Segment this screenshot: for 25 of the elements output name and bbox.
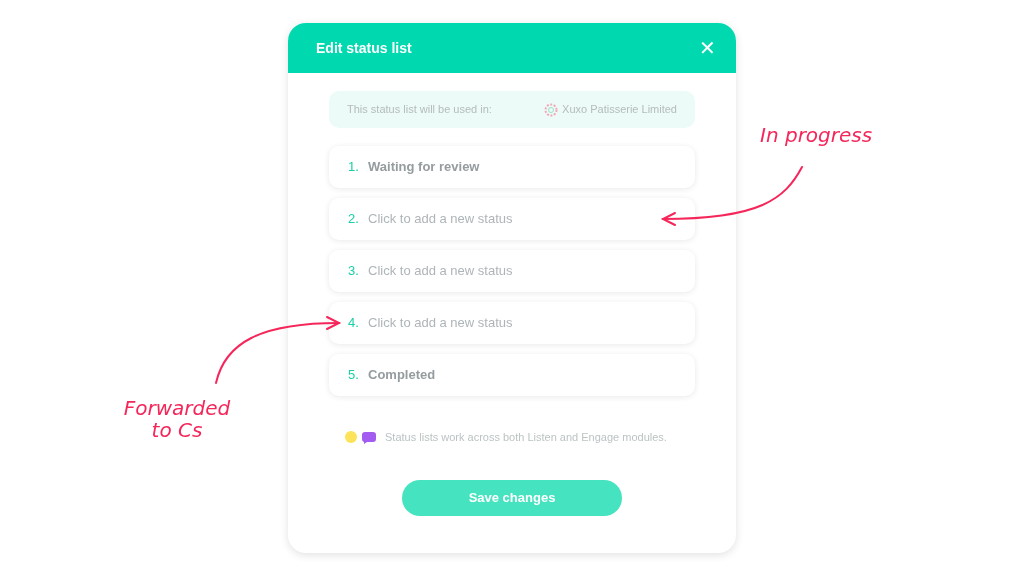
close-button[interactable]: ✕: [697, 36, 718, 60]
status-placeholder: Click to add a new status: [368, 262, 513, 281]
usage-label: This status list will be used in:: [347, 102, 492, 118]
status-input[interactable]: 3. Click to add a new status: [329, 250, 695, 292]
status-placeholder: Click to add a new status: [368, 210, 513, 229]
status-input[interactable]: 4. Click to add a new status: [329, 302, 695, 344]
annotation-text: Forwarded to Cs: [122, 397, 232, 441]
module-note: Status lists work across both Listen and Engage modules.: [385, 430, 667, 445]
status-number: 1.: [348, 158, 360, 177]
annotation-text: In progress: [760, 124, 873, 146]
status-number: 5.: [348, 366, 360, 385]
status-item[interactable]: 1. Waiting for review: [329, 146, 695, 188]
dialog-title: Edit status list: [316, 38, 412, 58]
status-label: Completed: [368, 366, 436, 385]
status-placeholder: Click to add a new status: [368, 314, 513, 333]
module-icons-drawing: [345, 430, 377, 445]
status-item[interactable]: 5. Completed: [329, 354, 695, 396]
status-number: 4.: [348, 314, 360, 333]
status-input[interactable]: 2. Click to add a new status: [329, 198, 695, 240]
status-number: 3.: [348, 262, 360, 281]
save-button[interactable]: Save changes: [402, 479, 622, 516]
status-label: Waiting for review: [368, 158, 480, 177]
status-number: 2.: [348, 210, 360, 229]
company-name: Xuxo Patisserie Limited: [562, 102, 677, 118]
company-logo-icon: [544, 102, 559, 117]
